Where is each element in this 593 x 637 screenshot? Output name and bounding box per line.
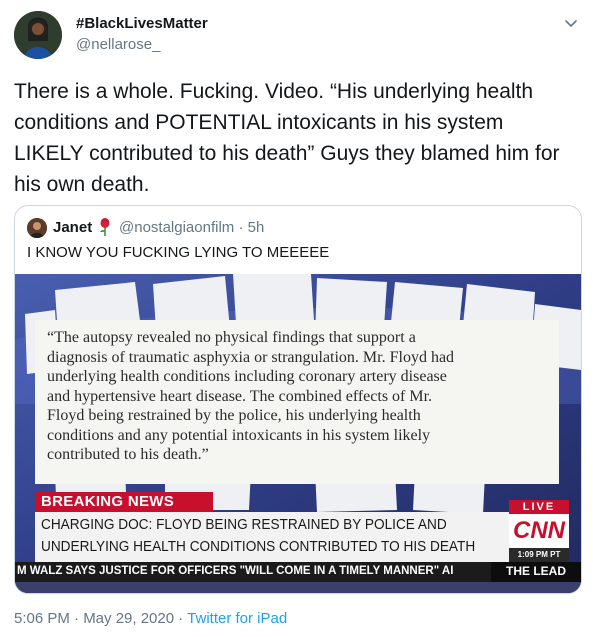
headline: CHARGING DOC: FLOYD BEING RESTRAINED BY … [41,514,479,558]
tweet-header: #BlackLivesMatter @nellarose_ [0,0,593,70]
show-name: THE LEAD [506,564,566,578]
quoted-text: I KNOW YOU FUCKING LYING TO MEEEEE [27,244,330,261]
network-logo: CNN [513,517,565,544]
breaking-news-label: BREAKING NEWS [41,493,175,510]
quoted-tweet[interactable]: Janet @nostalgiaonfilm · 5h I KNOW YOU F… [14,205,582,594]
quote-line: underlying health conditions including c… [47,368,447,385]
quote-line: “The autopsy revealed no physical findin… [47,329,416,346]
author-handle[interactable]: @nellarose_ [76,36,160,53]
quote-line: and hypertensive heart disease. The comb… [47,387,433,405]
quote-line: Floyd being restrained by the police, hi… [47,407,421,424]
headline-line-1: CHARGING DOC: FLOYD BEING RESTRAINED BY … [41,517,447,533]
author-display-name[interactable]: #BlackLivesMatter [76,15,208,32]
rose-emoji-icon [100,218,110,236]
ticker-text: M WALZ SAYS JUSTICE FOR OFFICERS "WILL C… [17,565,454,577]
tweet-footer: 5:06 PM · May 29, 2020 · Twitter for iPa… [14,610,287,627]
clock: 1:09 PM PT [517,550,561,559]
live-badge: LIVE [522,501,556,513]
quoted-time: 5h [247,219,265,236]
chevron-down-icon[interactable] [562,14,580,32]
headline-line-2: UNDERLYING HEALTH CONDITIONS CONTRIBUTED… [41,539,476,555]
autopsy-quote: “The autopsy revealed no physical findin… [47,328,551,465]
quote-line: diagnosis of traumatic asphyxia or stran… [47,348,455,366]
quote-line: contributed to his death.” [47,446,209,463]
quoted-handle-text: @nostalgiaonfilm [119,219,235,236]
source-link[interactable]: Twitter for iPad [187,610,287,627]
quoted-avatar[interactable] [27,218,47,238]
footer-separator: · [174,610,188,627]
quoted-media[interactable]: “The autopsy revealed no physical findin… [15,274,581,593]
quoted-handle[interactable]: @nostalgiaonfilm · 5h [119,219,264,236]
quoted-display-name[interactable]: Janet [53,219,92,236]
quoted-separator: · [234,219,248,236]
quote-line: conditions and any potential intoxicants… [47,426,431,444]
avatar[interactable] [14,11,62,59]
tweet-text: There is a whole. Fucking. Video. “His u… [14,80,560,196]
timestamp[interactable]: 5:06 PM · May 29, 2020 [14,610,174,627]
